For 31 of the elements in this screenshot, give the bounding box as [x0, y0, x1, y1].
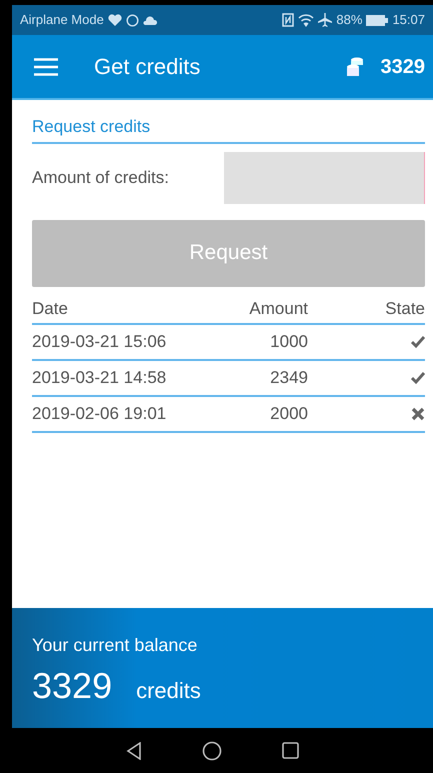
- credits-count: 3329: [380, 54, 425, 80]
- amount-cell-text: 2000: [269, 402, 308, 425]
- section-heading: Request credits: [32, 114, 425, 144]
- nfc-icon: [282, 13, 294, 27]
- amount-cell-text: 2349: [269, 366, 308, 389]
- balance-value: 3329: [32, 664, 112, 708]
- coins-icon: [344, 56, 364, 76]
- battery-percent: 88%: [336, 11, 362, 30]
- menu-icon[interactable]: [34, 58, 58, 76]
- date-cell-text: 2019-03-21 14:58: [32, 366, 168, 389]
- battery-icon: [366, 14, 388, 26]
- column-header: Amount: [248, 298, 308, 320]
- balance-unit: credits: [136, 677, 201, 705]
- screen-title: Get credits: [94, 53, 200, 81]
- amount-cell-text: 1000: [269, 330, 308, 353]
- clock-time: 15:07: [392, 11, 425, 30]
- home-icon[interactable]: [202, 740, 222, 760]
- amount-field[interactable]: [224, 152, 425, 204]
- date-cell-text: 2019-02-06 19:01: [32, 402, 168, 425]
- column-header: State: [384, 298, 425, 320]
- wifi-icon: [298, 14, 314, 26]
- amount-label: Amount of credits:: [32, 166, 170, 189]
- recents-icon[interactable]: [282, 742, 299, 759]
- heart-icon: [108, 14, 122, 26]
- column-header: Date: [32, 298, 69, 320]
- back-icon[interactable]: [126, 742, 142, 760]
- date-cell-text: 2019-03-21 15:06: [32, 330, 168, 353]
- cloud-icon: [142, 16, 157, 24]
- carrier-label: Airplane Mode: [20, 11, 104, 30]
- balance-label: Your current balance: [32, 634, 198, 657]
- airplane-icon: [318, 13, 332, 27]
